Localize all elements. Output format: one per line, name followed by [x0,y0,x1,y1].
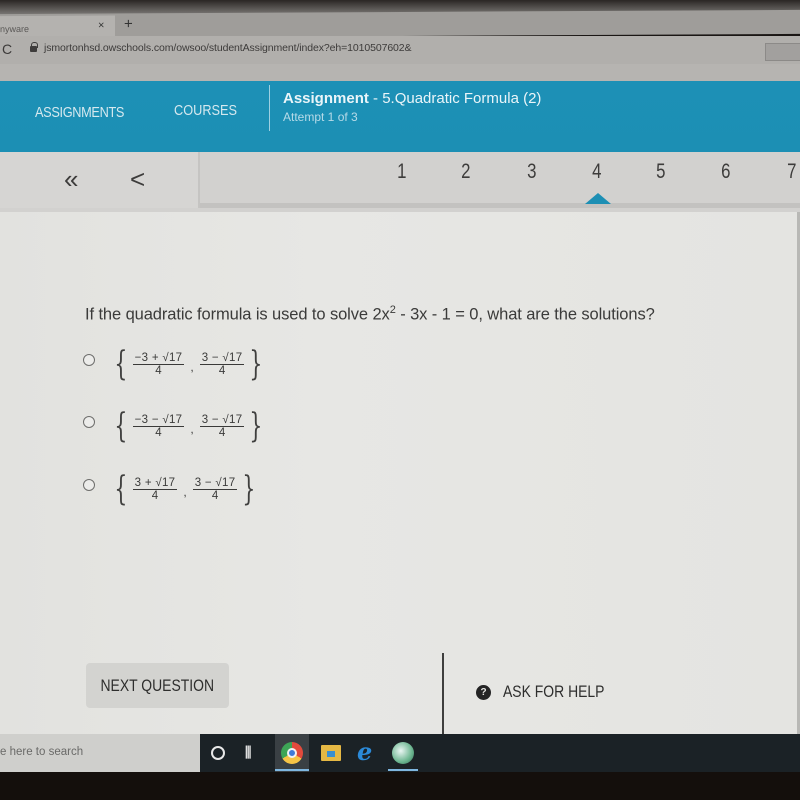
separator: , [183,485,187,499]
windows-taskbar: e here to search ⫼ e [0,734,800,772]
open-brace: { [114,406,128,446]
running-indicator [275,769,309,771]
tab-title: nyware [0,23,30,35]
question-text-after: - 3x - 1 = 0, what are the solutions? [395,305,655,324]
question-text: If the quadratic formula is used to solv… [85,304,655,325]
solution-set: { −3 + √17 4 , 3 − √17 4 } [110,342,267,386]
numerator: −3 + √17 [132,351,185,365]
header-divider [269,85,270,131]
current-question-indicator [585,193,611,204]
running-indicator [388,769,418,771]
fraction: 3 − √17 4 [192,476,238,502]
separator: , [190,422,194,436]
url-field[interactable]: jsmortonhsd.owschools.com/owsoo/studentA… [44,42,412,54]
numerator: 3 − √17 [192,476,238,490]
question-nav-track [200,203,800,208]
app-header: ASSIGNMENTS COURSES Assignment - 5.Quadr… [0,64,800,152]
fraction: −3 − √17 4 [132,413,185,439]
question-navigator: « < 1 2 3 4 5 6 7 [0,152,800,212]
monitor-bezel-bottom [0,772,800,800]
denominator: 4 [211,489,219,502]
help-icon: ? [476,684,491,700]
answer-choice-3[interactable]: { 3 + √17 4 , 3 − √17 4 } [80,467,280,511]
file-explorer-icon[interactable] [321,745,341,761]
question-panel: If the quadratic formula is used to solv… [0,212,800,734]
radio-button[interactable] [83,416,95,428]
separator: , [190,360,194,374]
assignment-prefix: Assignment [283,90,369,107]
reload-icon[interactable]: C [2,41,12,57]
open-brace: { [114,344,128,384]
nav-courses[interactable]: COURSES [174,102,237,119]
denominator: 4 [218,364,226,377]
numerator: −3 − √17 [132,413,185,427]
task-view-icon[interactable]: ⫼ [245,744,267,766]
lock-icon [30,42,38,52]
close-brace: } [249,406,263,446]
assignment-title: Assignment - 5.Quadratic Formula (2) [283,90,541,107]
taskbar-search-box[interactable]: e here to search [0,734,200,772]
address-bar: C jsmortonhsd.owschools.com/owsoo/studen… [0,36,800,64]
question-page-6[interactable]: 6 [721,160,730,184]
numerator: 3 − √17 [199,351,245,365]
first-question-button[interactable]: « [64,164,78,195]
close-brace: } [249,344,263,384]
denominator: 4 [155,364,162,377]
fraction: 3 + √17 4 [132,476,178,502]
question-page-5[interactable]: 5 [656,160,665,184]
radio-button[interactable] [83,354,95,366]
question-nav-arrows: « < [0,152,200,208]
fraction: −3 + √17 4 [132,351,185,377]
numerator: 3 + √17 [132,476,178,490]
ask-for-help-label: ASK FOR HELP [503,682,605,701]
close-brace: } [242,469,256,509]
denominator: 4 [155,426,162,439]
chrome-icon[interactable] [281,742,303,764]
assignment-name: - 5.Quadratic Formula (2) [368,90,542,107]
ask-for-help-button[interactable]: ? ASK FOR HELP [476,682,627,702]
browser-content-top [0,64,800,81]
browser-tab-strip: nyware × + [0,9,800,39]
solution-set: { −3 − √17 4 , 3 − √17 4 } [110,404,267,448]
question-page-2[interactable]: 2 [461,160,470,184]
denominator: 4 [218,426,226,439]
new-tab-icon[interactable]: + [124,15,133,32]
question-text-before: If the quadratic formula is used to solv… [85,305,390,324]
question-page-7[interactable]: 7 [787,160,796,184]
numerator: 3 − √17 [199,413,245,427]
answer-choice-1[interactable]: { −3 + √17 4 , 3 − √17 4 } [80,342,280,386]
open-brace: { [114,469,128,509]
question-page-4[interactable]: 4 [592,160,601,184]
fraction: 3 − √17 4 [199,413,245,439]
question-page-1[interactable]: 1 [397,160,406,184]
browser-tab[interactable]: nyware × [0,15,115,39]
internet-explorer-icon[interactable]: e [357,737,379,766]
next-question-button[interactable]: NEXT QUESTION [86,663,229,708]
radio-button[interactable] [83,479,95,491]
question-page-3[interactable]: 3 [527,160,536,184]
globe-app-icon[interactable] [392,742,414,764]
denominator: 4 [151,489,159,502]
nav-assignments[interactable]: ASSIGNMENTS [35,104,124,121]
taskbar-search-placeholder: e here to search [0,746,84,758]
cortana-icon[interactable] [211,746,225,760]
next-question-label: NEXT QUESTION [100,675,215,695]
previous-question-button[interactable]: < [130,164,145,195]
extension-slot[interactable] [765,43,800,61]
attempt-counter: Attempt 1 of 3 [283,110,358,124]
footer-divider [442,653,444,734]
solution-set: { 3 + √17 4 , 3 − √17 4 } [110,467,260,511]
close-tab-icon[interactable]: × [98,20,104,32]
fraction: 3 − √17 4 [199,351,245,377]
answer-choice-2[interactable]: { −3 − √17 4 , 3 − √17 4 } [80,404,280,448]
